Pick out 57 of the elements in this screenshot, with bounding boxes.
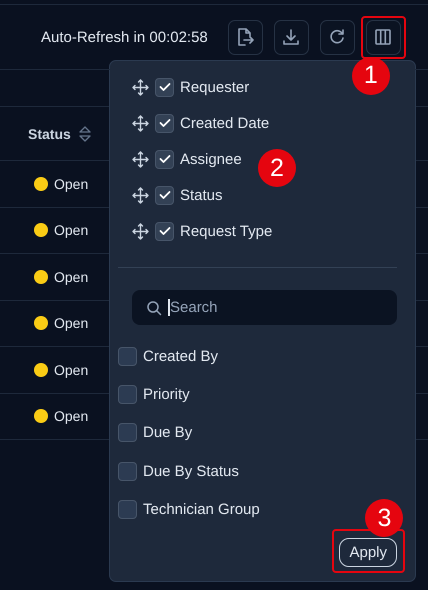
status-text: Open — [54, 362, 88, 378]
check-icon — [158, 226, 170, 236]
check-icon — [158, 82, 170, 92]
status-dot — [34, 270, 48, 284]
checkbox[interactable] — [155, 150, 174, 168]
checkbox[interactable] — [118, 384, 137, 404]
status-dot — [34, 316, 48, 330]
apply-button[interactable]: Apply — [339, 538, 397, 568]
column-header[interactable]: Status — [28, 126, 71, 142]
status-dot — [34, 223, 48, 238]
search-field[interactable]: Search — [132, 290, 397, 325]
column-option[interactable]: Created Date — [180, 114, 270, 132]
status-text: Open — [54, 222, 88, 238]
download-icon — [282, 28, 300, 46]
column-option[interactable]: Priority — [143, 386, 190, 403]
move-icon[interactable] — [132, 78, 149, 96]
status-text: Open — [54, 408, 88, 424]
checkbox[interactable] — [118, 500, 137, 519]
status-text: Open — [54, 176, 88, 192]
column-option[interactable]: Assignee — [180, 150, 242, 168]
auto-refresh-countdown: Auto-Refresh in 00:02:58 — [41, 28, 208, 46]
column-option[interactable]: Due By Status — [143, 462, 239, 480]
status-text: Open — [54, 315, 88, 332]
step-number-badge: 3 — [365, 499, 404, 538]
refresh-icon — [328, 28, 346, 46]
step-number-badge: 2 — [258, 149, 296, 187]
export-button[interactable] — [228, 20, 263, 54]
check-icon — [158, 154, 170, 164]
move-icon[interactable] — [132, 150, 149, 168]
column-option[interactable]: Technician Group — [143, 500, 260, 518]
sort-icon[interactable] — [78, 124, 91, 142]
refresh-button[interactable] — [320, 20, 355, 54]
check-icon — [158, 190, 170, 200]
checkbox[interactable] — [155, 222, 174, 240]
export-icon — [236, 27, 254, 47]
column-option[interactable]: Status — [180, 186, 223, 204]
status-dot — [34, 362, 48, 377]
checkbox[interactable] — [118, 423, 137, 442]
move-icon[interactable] — [132, 222, 149, 240]
checkbox[interactable] — [155, 114, 174, 132]
column-option[interactable]: Created By — [143, 348, 218, 365]
check-icon — [158, 118, 170, 128]
column-option[interactable]: Due By — [143, 424, 192, 442]
column-option[interactable]: Requester — [180, 78, 250, 96]
checkbox[interactable] — [118, 462, 137, 481]
checkbox[interactable] — [155, 78, 174, 96]
checkbox[interactable] — [155, 186, 174, 204]
move-icon[interactable] — [132, 186, 149, 204]
search-icon — [146, 300, 162, 316]
download-button[interactable] — [274, 20, 309, 54]
move-icon[interactable] — [132, 114, 149, 132]
status-dot — [34, 409, 48, 424]
column-option[interactable]: Request Type — [180, 222, 272, 240]
status-dot — [34, 176, 48, 191]
checkbox[interactable] — [118, 346, 137, 366]
status-text: Open — [54, 268, 88, 285]
columns-icon — [374, 28, 392, 46]
